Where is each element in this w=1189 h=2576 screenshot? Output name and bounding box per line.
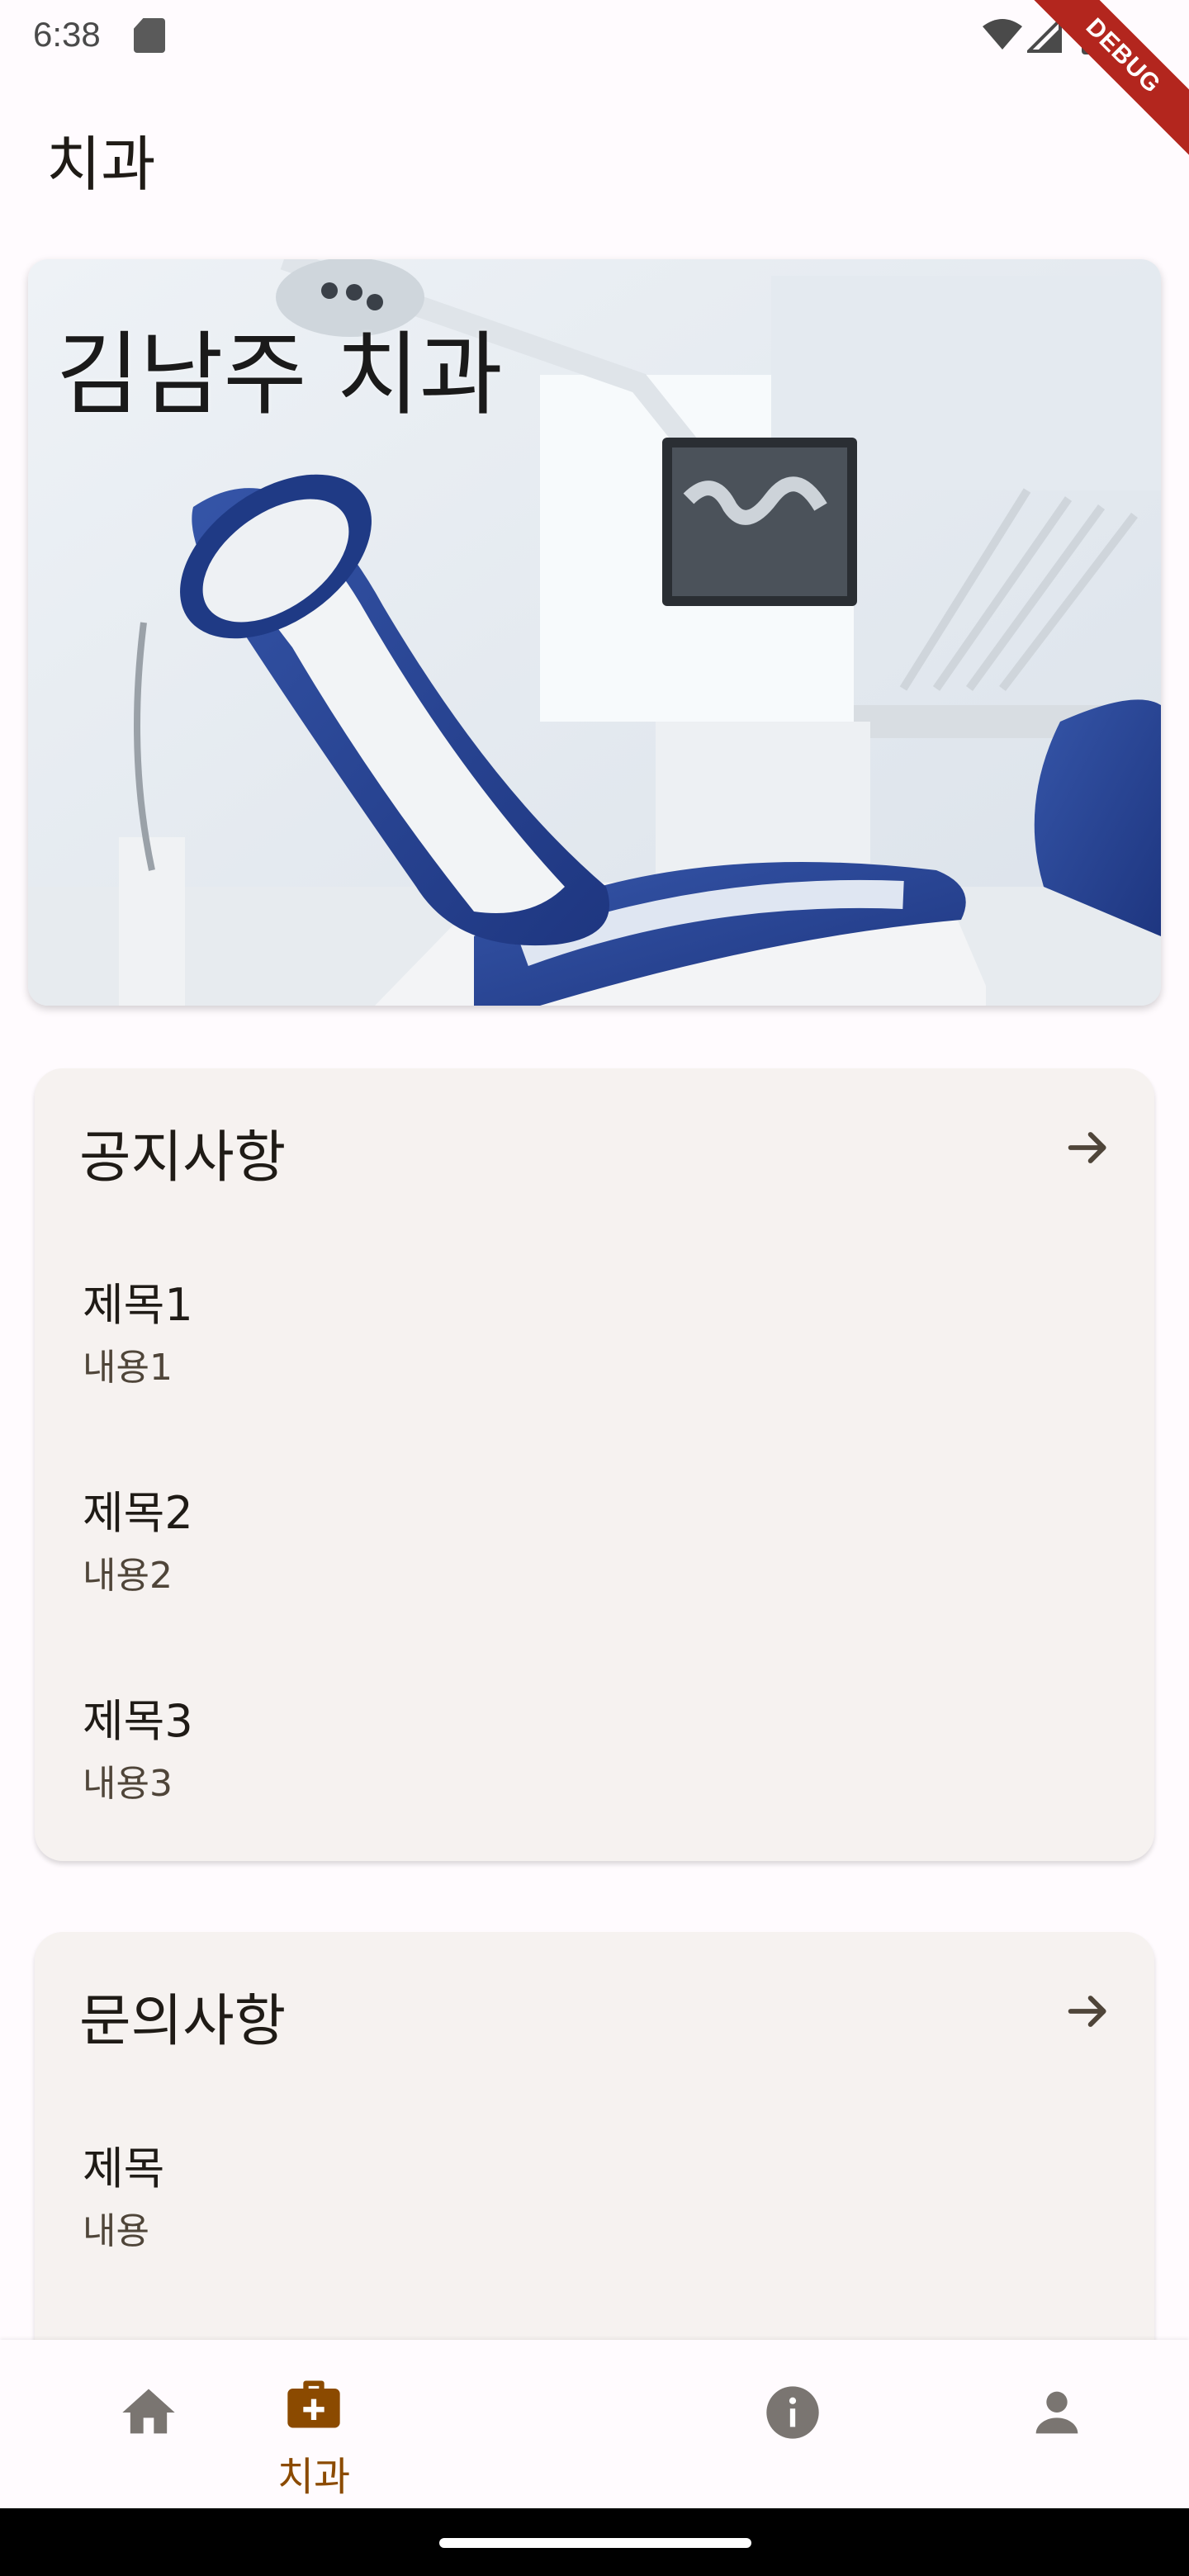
item-title: 제목 [83, 2143, 165, 2195]
gesture-handle[interactable] [439, 2538, 751, 2548]
clinic-hero-card[interactable]: 김남주 치과 [28, 259, 1161, 1006]
inquiry-header: 문의사항 [79, 1989, 287, 2054]
wifi-icon [983, 19, 1022, 50]
page-title: 치과 [46, 130, 156, 199]
gesture-bar [0, 2508, 1189, 2576]
nav-info[interactable] [644, 2340, 941, 2508]
nav-profile[interactable] [908, 2340, 1189, 2508]
arrow-right-icon[interactable] [1062, 1121, 1115, 1174]
list-item[interactable]: 제목 내용 [83, 2138, 164, 2257]
item-body: 내용2 [83, 1555, 173, 1597]
info-icon [766, 2386, 819, 2439]
list-item[interactable]: 제목1 내용1 [83, 1275, 193, 1394]
item-title: 제목1 [83, 1279, 193, 1331]
nav-dental[interactable]: 치과 [165, 2340, 462, 2508]
status-time: 6:38 [33, 15, 101, 54]
signal-icon [1027, 18, 1062, 53]
item-body: 내용3 [83, 1763, 173, 1805]
arrow-right-icon[interactable] [1062, 1985, 1115, 2038]
medical-bag-icon [287, 2380, 340, 2428]
item-title: 제목3 [83, 1695, 193, 1747]
person-icon [1035, 2391, 1078, 2434]
list-item[interactable]: 제목2 내용2 [83, 1483, 193, 1602]
nav-label: 치과 [277, 2454, 351, 2500]
item-title: 제목2 [83, 1487, 193, 1539]
item-body: 내용1 [83, 1347, 173, 1389]
notice-card: 공지사항 제목1 내용1 제목2 내용2 제목3 내용3 [35, 1068, 1154, 1861]
status-bar: 6:38 DEBUG [0, 0, 1189, 173]
sd-card-icon [134, 18, 165, 53]
item-body: 내용 [83, 2210, 149, 2252]
clinic-name: 김남주 치과 [56, 322, 503, 428]
bottom-navigation: 치과 [0, 2340, 1189, 2508]
notice-header: 공지사항 [79, 1125, 287, 1191]
list-item[interactable]: 제목3 내용3 [83, 1691, 193, 1810]
screen: 6:38 DEBUG 치과 김남주 치과 공지사항 제목1 내용1 제목2 내용… [0, 0, 1189, 2576]
